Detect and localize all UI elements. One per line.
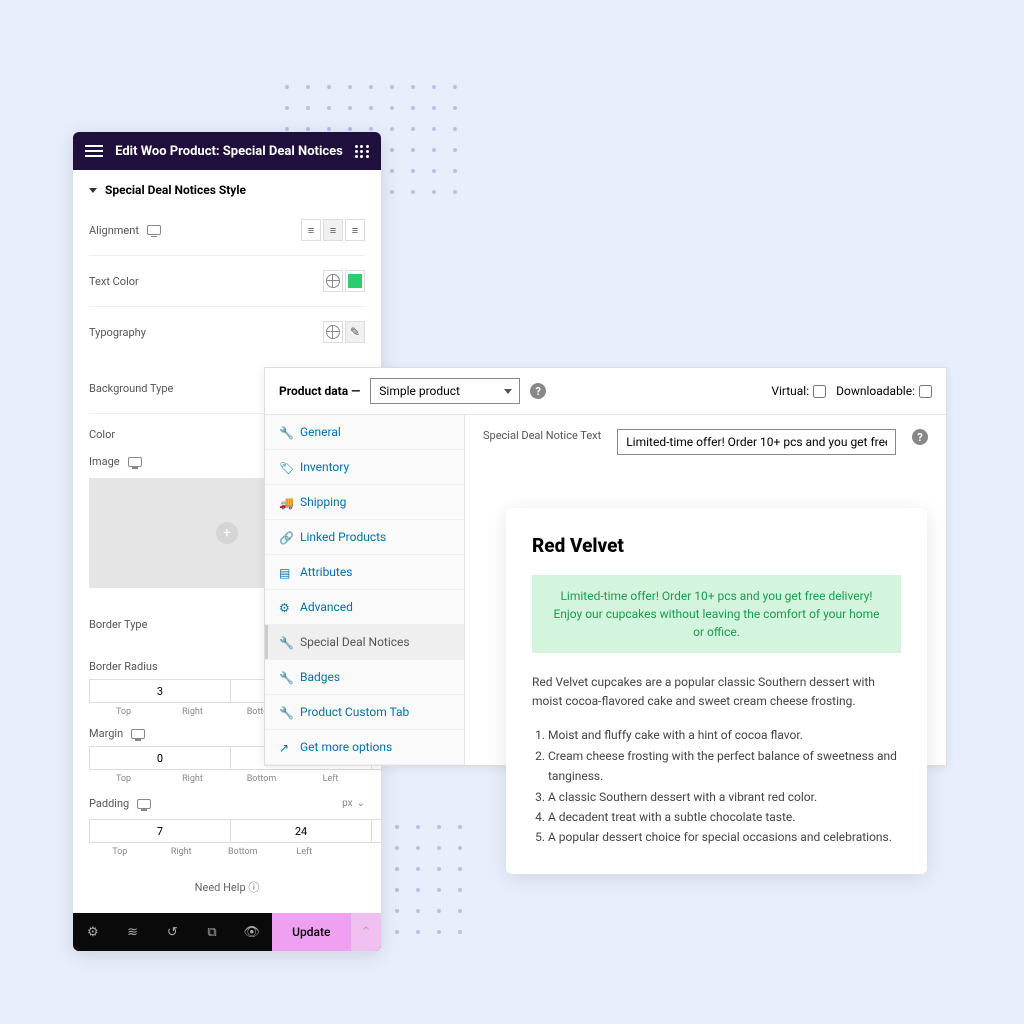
tab-linked[interactable]: 🔗Linked Products (265, 520, 464, 555)
product-data-title: Product data — (279, 384, 360, 398)
gear-icon: ⚙ (279, 601, 292, 614)
need-help-link[interactable]: Need Help ⓘ (89, 857, 365, 913)
margin-top-input[interactable] (89, 746, 230, 770)
wrench-icon: 🔧 (279, 426, 292, 439)
navigator-button[interactable]: ≋ (113, 913, 153, 951)
editor-title: Edit Woo Product: Special Deal Notices (115, 144, 343, 159)
help-icon[interactable]: ? (912, 429, 928, 445)
editor-header: Edit Woo Product: Special Deal Notices (73, 132, 381, 170)
link-icon: 🔗 (279, 531, 292, 544)
global-typography-button[interactable] (323, 321, 343, 343)
list-item: A classic Southern dessert with a vibran… (548, 787, 901, 807)
tab-general[interactable]: 🔧General (265, 415, 464, 450)
history-button[interactable]: ↺ (152, 913, 192, 951)
global-color-button[interactable] (323, 270, 343, 292)
list-item: A popular dessert choice for special occ… (548, 827, 901, 847)
typography-edit-button[interactable]: ✎ (345, 321, 365, 343)
color-label: Color (89, 428, 115, 441)
list-icon: ▤ (279, 566, 292, 579)
tab-more[interactable]: ↗Get more options (265, 730, 464, 765)
notice-text-label: Special Deal Notice Text (483, 429, 601, 442)
deal-notice: Limited-time offer! Order 10+ pcs and yo… (532, 575, 901, 653)
desktop-icon[interactable] (147, 225, 161, 235)
section-header[interactable]: Special Deal Notices Style (89, 183, 365, 205)
notice-text-input[interactable] (617, 429, 896, 455)
tag-icon: 🏷 (279, 461, 292, 474)
desktop-icon[interactable] (128, 457, 142, 467)
bg-type-label: Background Type (89, 382, 173, 395)
product-preview: Red Velvet Limited-time offer! Order 10+… (506, 508, 927, 874)
align-left-button[interactable]: ≡ (301, 219, 321, 241)
color-swatch (348, 274, 362, 288)
alignment-label: Alignment (89, 224, 139, 237)
responsive-button[interactable]: ⧉ (192, 913, 232, 951)
preview-button[interactable]: 👁 (232, 913, 272, 951)
product-data-nav: 🔧General 🏷Inventory 🚚Shipping 🔗Linked Pr… (265, 415, 465, 765)
tab-advanced[interactable]: ⚙Advanced (265, 590, 464, 625)
tab-inventory[interactable]: 🏷Inventory (265, 450, 464, 485)
settings-button[interactable]: ⚙ (73, 913, 113, 951)
padding-top-input[interactable] (89, 819, 230, 843)
tab-custom[interactable]: 🔧Product Custom Tab (265, 695, 464, 730)
wrench-icon: 🔧 (279, 706, 292, 719)
list-item: A decadent treat with a subtle chocolate… (548, 807, 901, 827)
pencil-icon: ✎ (350, 325, 360, 339)
product-description: Red Velvet cupcakes are a popular classi… (532, 673, 901, 711)
tab-shipping[interactable]: 🚚Shipping (265, 485, 464, 520)
virtual-checkbox[interactable]: Virtual: (771, 384, 826, 398)
list-item: Cream cheese frosting with the perfect b… (548, 746, 901, 787)
padding-label: Padding (89, 797, 129, 810)
feature-list: Moist and fluffy cake with a hint of coc… (532, 725, 901, 847)
padding-bottom-input[interactable] (371, 819, 381, 843)
list-item: Moist and fluffy cake with a hint of coc… (548, 725, 901, 745)
unit-selector[interactable]: px⌄ (342, 794, 365, 813)
desktop-icon[interactable] (131, 729, 145, 739)
wrench-icon: 🔧 (279, 636, 292, 649)
tab-attributes[interactable]: ▤Attributes (265, 555, 464, 590)
downloadable-checkbox[interactable]: Downloadable: (836, 384, 932, 398)
color-picker-button[interactable] (345, 270, 365, 292)
tab-special-deal[interactable]: 🔧Special Deal Notices (265, 625, 464, 660)
apps-icon[interactable] (355, 145, 369, 158)
product-title: Red Velvet (532, 534, 901, 557)
image-label: Image (89, 455, 120, 468)
align-right-button[interactable]: ≡ (345, 219, 365, 241)
radius-top-input[interactable] (89, 679, 230, 703)
menu-icon[interactable] (85, 145, 103, 157)
help-icon[interactable]: ? (530, 383, 546, 399)
globe-icon (326, 325, 340, 339)
align-center-button[interactable]: ≡ (323, 219, 343, 241)
text-color-label: Text Color (89, 275, 139, 288)
border-radius-label: Border Radius (89, 660, 158, 673)
chevron-down-icon (89, 188, 97, 193)
truck-icon: 🚚 (279, 496, 292, 509)
border-type-label: Border Type (89, 618, 147, 631)
wrench-icon: 🔧 (279, 671, 292, 684)
update-button[interactable]: Update (272, 913, 351, 951)
update-dropdown[interactable]: ⌃ (351, 913, 381, 951)
tab-badges[interactable]: 🔧Badges (265, 660, 464, 695)
arrow-icon: ↗ (279, 741, 292, 754)
editor-footer: ⚙ ≋ ↺ ⧉ 👁 Update ⌃ (73, 913, 381, 951)
product-type-select[interactable]: Simple product (370, 378, 520, 404)
typography-label: Typography (89, 326, 146, 339)
plus-icon: + (216, 522, 238, 544)
desktop-icon[interactable] (137, 799, 151, 809)
padding-right-input[interactable] (230, 819, 371, 843)
margin-label: Margin (89, 727, 123, 740)
globe-icon (326, 274, 340, 288)
